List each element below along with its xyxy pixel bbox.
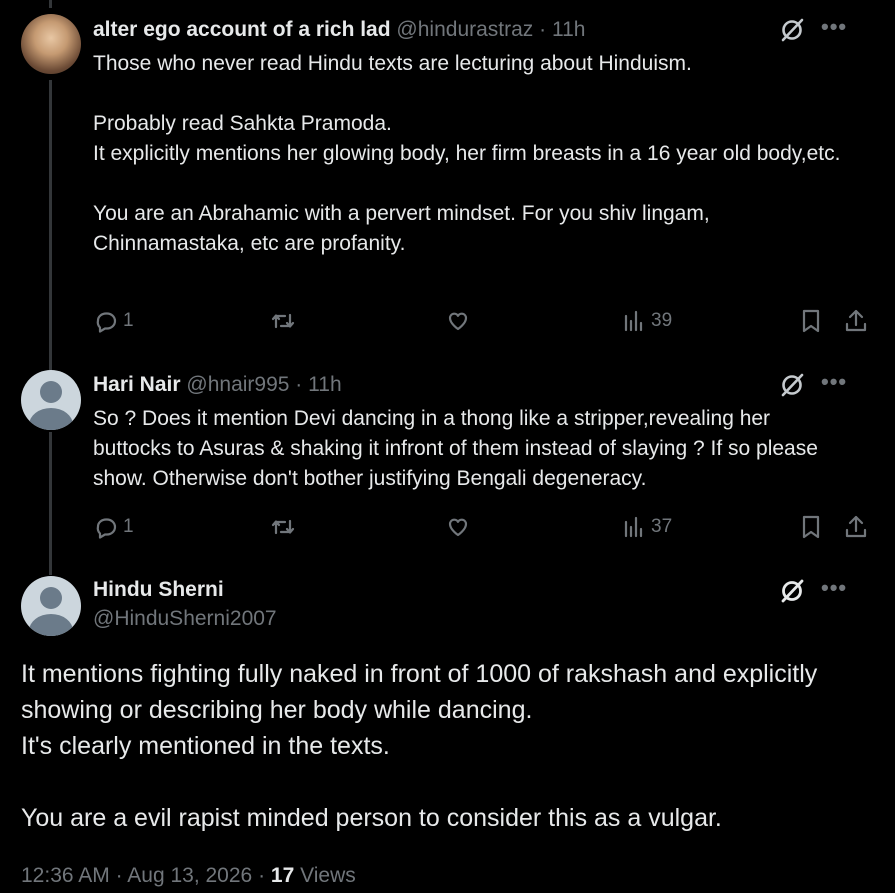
author-block: Hindu Sherni @HinduSherni2007 [93,576,277,634]
tweet-text: So ? Does it mention Devi dancing in a t… [93,404,843,494]
display-name[interactable]: Hari Nair [93,373,181,396]
tweet-time[interactable]: 12:36 AM [21,864,110,887]
tweet-paragraph [93,79,853,109]
tweet-paragraph: You are an Abrahamic with a pervert mind… [93,202,710,255]
grok-icon[interactable] [779,578,805,604]
reply-icon [96,518,117,539]
tweet[interactable]: alter ego account of a rich lad @hindura… [0,0,895,360]
grok-icon[interactable] [779,372,805,398]
like-button[interactable] [445,306,471,336]
tweet-header: alter ego account of a rich lad @hindura… [93,16,795,44]
reply-count: 1 [123,516,134,537]
tweet-header: Hari Nair @hnair995 · 11h [93,371,795,399]
grok-icon[interactable] [779,17,805,43]
tweet-paragraph: Those who never read Hindu texts are lec… [93,52,692,75]
views-icon [624,516,643,538]
tweet-text: It mentions fighting fully naked in fron… [21,656,881,836]
main-tweet: Hindu Sherni @HinduSherni2007 ••• It men… [0,570,895,893]
bookmark-icon [802,515,820,539]
share-button[interactable] [843,512,869,542]
avatar-head [40,381,62,403]
avatar-shoulders [29,408,73,430]
tweet-paragraph: It's clearly mentioned in the texts. [21,732,390,760]
avatar[interactable] [21,370,81,430]
handle[interactable]: @hindurastraz [396,18,533,41]
views-count: 39 [651,310,673,331]
more-icon[interactable]: ••• [821,371,847,398]
more-icon[interactable]: ••• [821,577,847,604]
tweet-top-icons: ••• [779,576,869,606]
reply-button[interactable]: 1 [93,512,134,542]
action-bar: 1 39 [93,306,873,336]
retweet-button[interactable] [270,512,296,542]
avatar[interactable] [21,576,81,636]
tweet-meta: 12:36 AM · Aug 13, 2026 · 17 Views [21,861,356,891]
reply-count: 1 [123,310,134,331]
tweet-date[interactable]: Aug 13, 2026 [127,864,252,887]
views-count: 37 [651,516,673,537]
handle[interactable]: @HinduSherni2007 [93,604,277,634]
avatar-shoulders [29,614,73,636]
heart-icon [448,312,468,331]
timestamp[interactable]: 11h [308,373,341,396]
tweet[interactable]: Hari Nair @hnair995 · 11h ••• So ? Does … [0,360,895,570]
views-button[interactable]: 39 [621,306,672,336]
reply-button[interactable]: 1 [93,306,134,336]
display-name[interactable]: alter ego account of a rich lad [93,18,391,41]
bookmark-icon [802,309,820,333]
share-icon [845,309,867,332]
views-icon [624,310,643,332]
separator: · [295,373,303,396]
timestamp[interactable]: 11h [552,18,585,41]
tweet-top-icons: ••• [779,15,869,45]
tweet-paragraph: It explicitly mentions her glowing body,… [93,142,841,165]
tweet-top-icons: ••• [779,370,869,400]
like-button[interactable] [445,512,471,542]
separator: · [115,864,123,887]
views-count: 17 [270,864,295,887]
tweet-paragraph [21,764,881,800]
views-label: Views [300,864,356,887]
retweet-icon [271,313,295,329]
reply-icon [96,312,117,333]
avatar-head [40,587,62,609]
retweet-button[interactable] [270,306,296,336]
bookmark-button[interactable] [798,512,824,542]
tweet-paragraph: It mentions fighting fully naked in fron… [21,660,818,724]
tweet-paragraph: Probably read Sahkta Pramoda. [93,112,392,135]
avatar[interactable] [21,14,81,74]
more-icon[interactable]: ••• [821,16,847,43]
tweet-text: Those who never read Hindu texts are lec… [93,49,853,259]
action-bar: 1 37 [93,512,873,542]
retweet-icon [271,519,295,535]
separator: · [539,18,547,41]
heart-icon [448,518,468,537]
display-name[interactable]: Hindu Sherni [93,576,277,604]
bookmark-button[interactable] [798,306,824,336]
handle[interactable]: @hnair995 [186,373,289,396]
views-button[interactable]: 37 [621,512,672,542]
tweet-paragraph: So ? Does it mention Devi dancing in a t… [93,407,818,490]
share-icon [845,515,867,538]
separator: · [258,864,266,887]
tweet-paragraph [93,169,853,199]
share-button[interactable] [843,306,869,336]
tweet-paragraph: You are a evil rapist minded person to c… [21,804,722,832]
